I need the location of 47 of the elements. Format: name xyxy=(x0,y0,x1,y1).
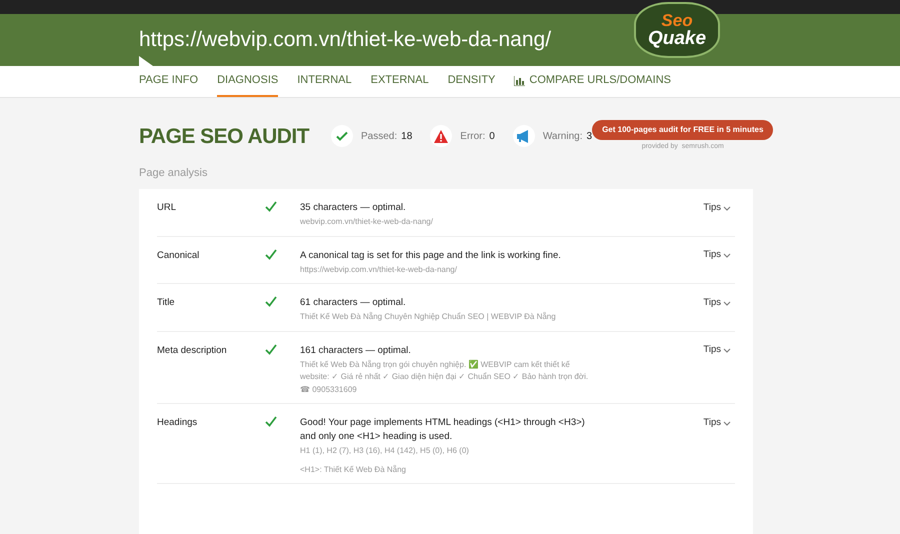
nav-tab[interactable]: DIAGNOSIS xyxy=(217,66,278,97)
check-detail: https://webvip.com.vn/thiet-ke-web-da-nang/ xyxy=(300,264,458,276)
nav-tab[interactable]: DENSITY xyxy=(448,66,496,97)
tips-toggle[interactable]: Tips xyxy=(703,296,731,310)
chevron-down-icon xyxy=(723,348,731,353)
check-detail: H1 (1), H2 (7), H3 (16), H4 (142), H5 (0), H6 (0) xyxy=(300,445,470,457)
chevron-down-icon xyxy=(723,206,731,210)
check-icon xyxy=(335,129,350,144)
nav-tab[interactable]: PAGE INFO xyxy=(139,66,198,97)
tips-toggle[interactable]: Tips xyxy=(703,416,731,430)
nav-tab[interactable]: INTERNAL xyxy=(297,66,352,97)
stat-value: 3 xyxy=(586,130,592,144)
stat-label: Error: xyxy=(460,130,486,144)
warning-triangle-icon xyxy=(434,130,448,143)
nav-tab[interactable]: COMPARE URLS/DOMAINS xyxy=(514,66,671,97)
section-title: Page analysis xyxy=(139,166,208,180)
stat-value: 0 xyxy=(489,130,495,144)
check-name: Headings xyxy=(157,416,198,430)
tips-toggle[interactable]: Tips xyxy=(703,344,731,358)
check-message: 161 characters — optimal. xyxy=(300,344,412,358)
check-name: Canonical xyxy=(157,248,200,262)
page-url: https://webvip.com.vn/thiet-ke-web-da-nang/ xyxy=(139,27,552,54)
tips-toggle[interactable]: Tips xyxy=(703,248,731,262)
logo-text: Quake xyxy=(648,29,706,48)
bar-chart-icon xyxy=(514,76,526,86)
check-detail: Thiết Kế Web Đà Nẵng Chuyên Nghiệp Chuẩn SEO | WEBVIP Đà Nẵng xyxy=(300,311,557,323)
check-message: 61 characters — optimal. xyxy=(300,296,407,310)
stat-value: 18 xyxy=(401,130,412,144)
check-name: Meta description xyxy=(157,344,228,358)
nav-tab[interactable]: EXTERNAL xyxy=(370,66,429,97)
check-detail: webvip.com.vn/thiet-ke-web-da-nang/ xyxy=(300,216,434,228)
check-message: Good! Your page implements HTML headings (<H1> through <H3>) and only one <H1> heading is used. xyxy=(300,416,586,444)
stat-label: Warning: xyxy=(542,130,582,144)
stat-label: Passed: xyxy=(361,130,398,144)
check-name: URL xyxy=(157,201,178,215)
free-audit-button[interactable]: Get 100-pages audit for FREE in 5 minutes xyxy=(592,120,774,140)
check-message: 35 characters — optimal. xyxy=(300,201,407,215)
chevron-down-icon xyxy=(723,300,731,306)
check-detail: Thiết kế Web Đà Nẵng trọn gói chuyên nghiệp. ✅ WEBVIP cam kết thiết kế website: ✓ Giá rẻ nhất ✓ Giao diện hiện đại ✓ Chuẩn SEO ✓ Bảo hành trọn đời. ☎ 0905331609 xyxy=(300,358,590,396)
check-detail: <H1>: Thiết Kế Web Đà Nẵng xyxy=(300,464,407,476)
chevron-down-icon xyxy=(723,253,731,258)
chevron-down-icon xyxy=(723,420,731,426)
logo-text: Seo xyxy=(661,12,693,29)
audit-title: PAGE SEO AUDIT xyxy=(139,124,310,150)
check-message: A canonical tag is set for this page and the link is working fine. xyxy=(300,248,562,262)
check-name: Title xyxy=(157,296,176,310)
tips-toggle[interactable]: Tips xyxy=(703,201,731,215)
